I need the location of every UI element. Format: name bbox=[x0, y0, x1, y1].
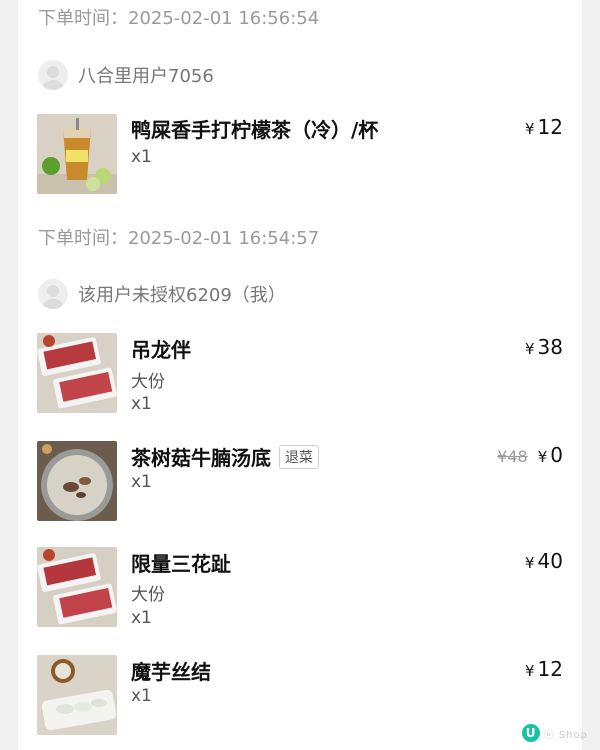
item-name: 限量三花趾 bbox=[131, 552, 231, 576]
item-qty: x1 bbox=[131, 686, 152, 706]
item-spec: 大份 bbox=[131, 585, 165, 605]
item-image-konjac-knots bbox=[37, 655, 117, 735]
item-qty: x1 bbox=[131, 472, 152, 492]
avatar-icon bbox=[38, 60, 68, 90]
order-card: 下单时间：2025-02-01 16:56:54 八合里用户7056 鸭屎香手打… bbox=[18, 0, 582, 750]
refund-tag: 退菜 bbox=[279, 444, 319, 469]
item-qty: x1 bbox=[131, 394, 152, 414]
user-row: 该用户未授权6209（我） bbox=[38, 278, 286, 310]
item-name: 鸭屎香手打柠檬茶（冷）/杯 bbox=[131, 118, 379, 142]
item-image-beef-platter-2 bbox=[37, 547, 117, 627]
order-time: 下单时间：2025-02-01 16:56:54 bbox=[38, 8, 320, 29]
order-time: 下单时间：2025-02-01 16:54:57 bbox=[38, 228, 320, 249]
item-image-beef-platter bbox=[37, 333, 117, 413]
item-spec: 大份 bbox=[131, 372, 165, 392]
item-price: ¥12 bbox=[525, 115, 563, 139]
user-name: 该用户未授权6209（我） bbox=[78, 285, 286, 306]
item-image-soup-pot bbox=[37, 441, 117, 521]
watermark-text: ⓤ Shop bbox=[543, 729, 588, 741]
original-price: ¥48 bbox=[497, 447, 528, 466]
item-qty: x1 bbox=[131, 147, 152, 167]
user-name: 八合里用户7056 bbox=[78, 66, 214, 87]
watermark-logo-icon: U bbox=[521, 724, 540, 742]
item-image-lemon-tea bbox=[37, 114, 117, 194]
item-price: ¥40 bbox=[525, 549, 563, 573]
item-qty: x1 bbox=[131, 608, 152, 628]
item-name: 茶树菇牛腩汤底 退菜 bbox=[131, 442, 319, 471]
item-name: 吊龙伴 bbox=[131, 338, 191, 362]
avatar-icon bbox=[38, 279, 68, 309]
item-name: 魔芋丝结 bbox=[131, 660, 211, 684]
watermark: U ⓤ Shop bbox=[521, 724, 588, 742]
item-price: ¥38 bbox=[525, 335, 563, 359]
item-price: ¥48 ¥0 bbox=[497, 443, 563, 467]
item-price: ¥12 bbox=[525, 657, 563, 681]
user-row: 八合里用户7056 bbox=[38, 59, 214, 91]
